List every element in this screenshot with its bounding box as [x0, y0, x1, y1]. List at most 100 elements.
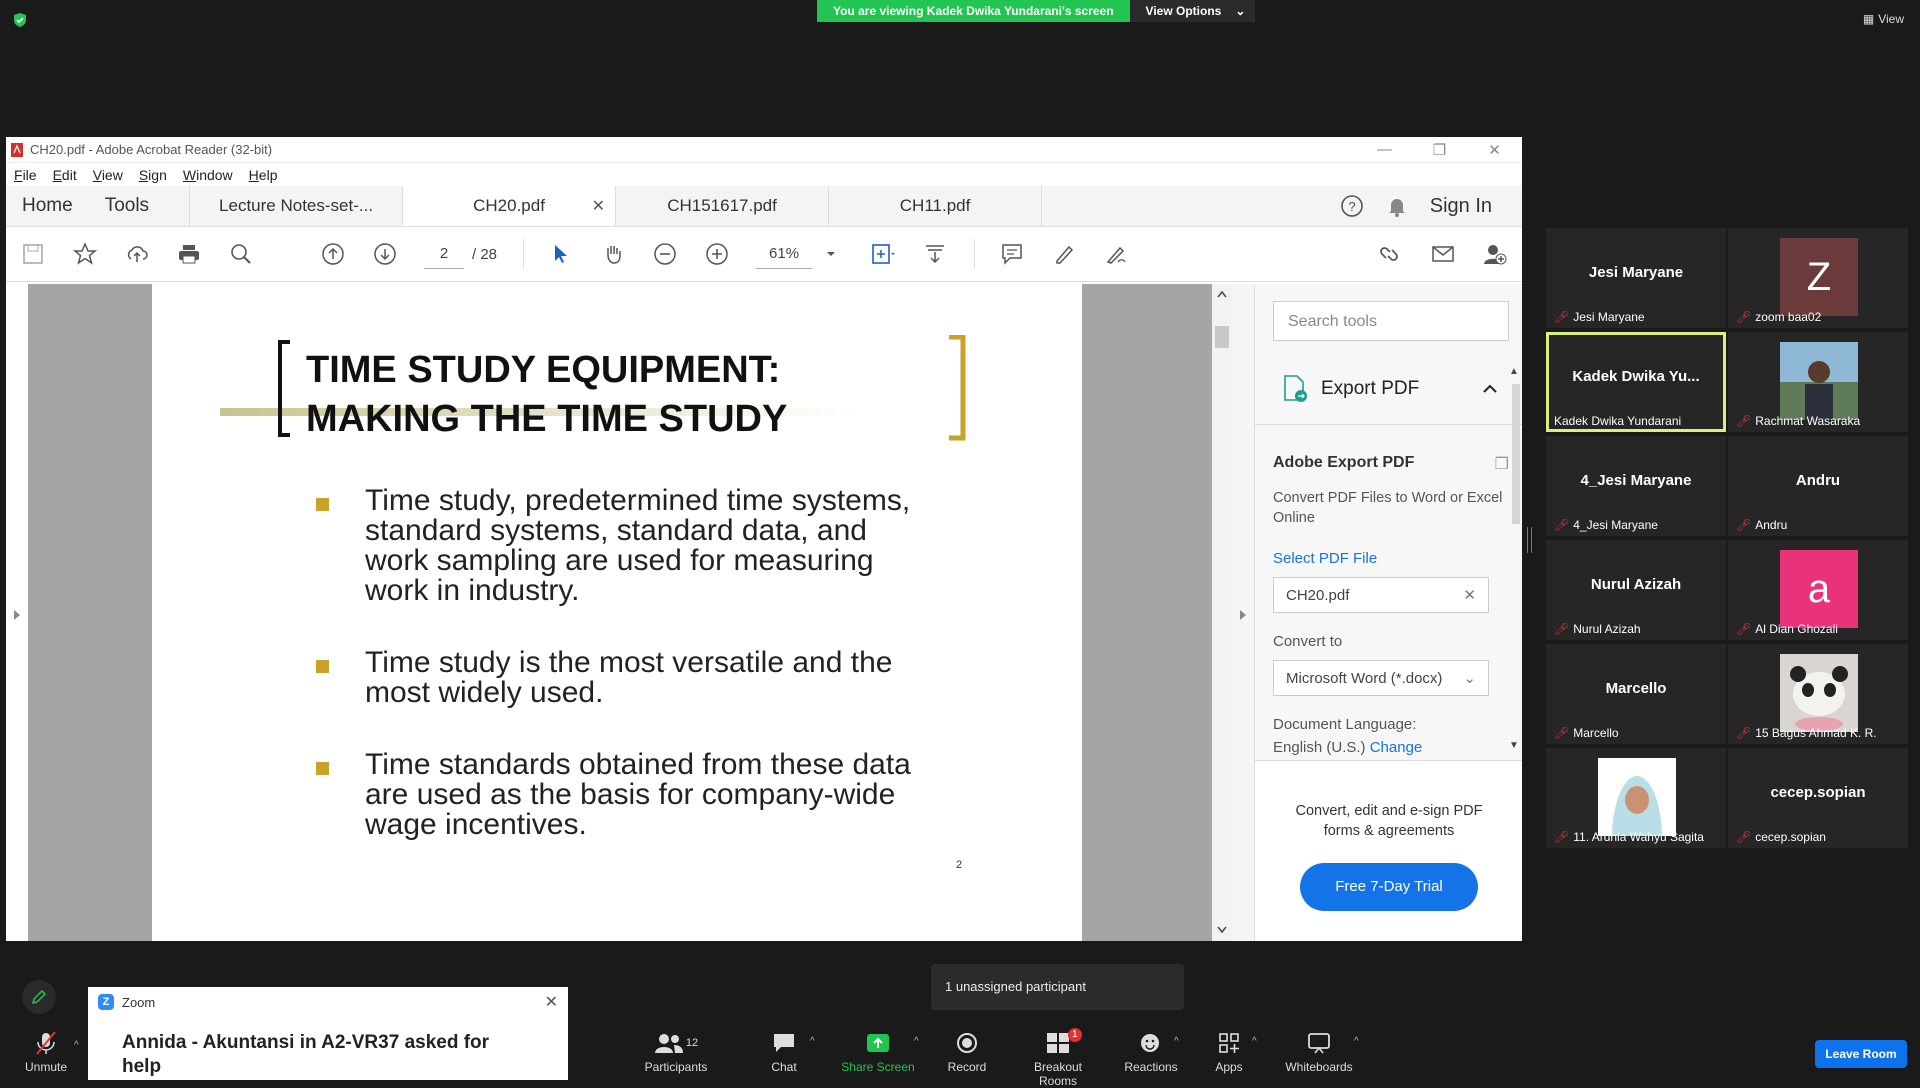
- participant-tile[interactable]: Andru 🎤︎ Andru: [1728, 436, 1908, 536]
- document-viewer[interactable]: TIME STUDY EQUIPMENT: MAKING THE TIME ST…: [6, 284, 1254, 941]
- menu-help[interactable]: Help: [249, 167, 278, 183]
- annotate-button[interactable]: [22, 980, 56, 1014]
- reactions-caret-icon[interactable]: ^: [1174, 1036, 1179, 1047]
- menu-edit[interactable]: Edit: [53, 167, 77, 183]
- print-icon[interactable]: [176, 241, 202, 267]
- whiteboards-caret-icon[interactable]: ^: [1354, 1036, 1359, 1047]
- chat-caret-icon[interactable]: ^: [810, 1036, 815, 1047]
- zoom-out-icon[interactable]: [652, 241, 678, 267]
- apps-button[interactable]: Apps ^: [1214, 1030, 1257, 1074]
- share-link-icon[interactable]: [1378, 241, 1404, 267]
- menu-sign[interactable]: Sign: [139, 167, 167, 183]
- free-trial-button[interactable]: Free 7-Day Trial: [1300, 863, 1478, 911]
- bell-icon[interactable]: [1386, 195, 1408, 217]
- sign-in-button[interactable]: Sign In: [1430, 195, 1492, 218]
- participant-tile[interactable]: 🎤︎ 15 Bagus Ahmad K. R.: [1728, 644, 1908, 744]
- whiteboards-button[interactable]: Whiteboards ^: [1284, 1030, 1359, 1074]
- copy-icon[interactable]: ❐: [1495, 454, 1509, 474]
- scroll-down-icon[interactable]: [1217, 926, 1227, 934]
- export-pdf-header[interactable]: Export PDF: [1273, 368, 1509, 410]
- scrollbar-thumb[interactable]: [1215, 326, 1229, 348]
- change-language-link[interactable]: Change: [1370, 739, 1423, 756]
- doc-tab-ch151617[interactable]: CH151617.pdf: [615, 186, 828, 226]
- view-button[interactable]: ▦ View: [1863, 12, 1904, 26]
- pane-scroll-up-icon[interactable]: ▲: [1509, 366, 1519, 377]
- hand-tool-icon[interactable]: [600, 241, 626, 267]
- menu-view[interactable]: View: [93, 167, 123, 183]
- view-options-button[interactable]: View Options ⌄: [1129, 0, 1256, 22]
- split-resize-handle[interactable]: [1527, 527, 1532, 553]
- tools-tab[interactable]: Tools: [89, 186, 189, 226]
- close-tab-icon[interactable]: ✕: [592, 196, 605, 216]
- restore-button[interactable]: ❐: [1412, 141, 1467, 159]
- participant-tile[interactable]: Z 🎤︎ zoom baa02: [1728, 228, 1908, 328]
- chevron-up-icon[interactable]: [1483, 384, 1497, 394]
- fill-sign-icon[interactable]: [1103, 241, 1129, 267]
- page-up-icon[interactable]: [320, 241, 346, 267]
- leave-room-button[interactable]: Leave Room: [1815, 1040, 1907, 1068]
- record-button[interactable]: Record: [944, 1030, 990, 1074]
- expand-left-icon[interactable]: [13, 609, 21, 621]
- scroll-up-icon[interactable]: [1217, 290, 1227, 298]
- audio-options-caret-icon[interactable]: ^: [74, 1040, 79, 1051]
- security-shield-icon[interactable]: [12, 12, 28, 28]
- chat-icon: [774, 1034, 794, 1052]
- search-icon[interactable]: [228, 241, 254, 267]
- participant-tile-active-speaker[interactable]: Kadek Dwika Yu... Kadek Dwika Yundarani: [1546, 332, 1726, 432]
- select-pdf-link[interactable]: Select PDF File: [1273, 550, 1509, 567]
- participant-tile[interactable]: 4_Jesi Maryane 🎤︎ 4_Jesi Maryane: [1546, 436, 1726, 536]
- share-caret-icon[interactable]: ^: [914, 1036, 919, 1047]
- zoom-in-icon[interactable]: [704, 241, 730, 267]
- search-tools-input[interactable]: Search tools: [1273, 301, 1509, 341]
- participant-tile[interactable]: a 🎤︎ Al Dian Ghozali: [1728, 540, 1908, 640]
- apps-caret-icon[interactable]: ^: [1252, 1036, 1257, 1047]
- participant-tile[interactable]: Jesi Maryane 🎤︎ Jesi Maryane: [1546, 228, 1726, 328]
- email-icon[interactable]: [1430, 241, 1456, 267]
- highlight-pen-icon[interactable]: [1051, 241, 1077, 267]
- comment-icon[interactable]: [999, 241, 1025, 267]
- convert-to-select[interactable]: Microsoft Word (*.docx) ⌄: [1273, 660, 1489, 696]
- scroll-mode-icon[interactable]: [922, 241, 948, 267]
- pane-scroll-down-icon[interactable]: ▼: [1509, 740, 1519, 751]
- doc-tab-lecture-notes[interactable]: Lecture Notes-set-...: [189, 186, 402, 226]
- upload-icon[interactable]: [124, 241, 150, 267]
- zoom-level-input[interactable]: 61%: [756, 240, 813, 269]
- doc-tab-ch20[interactable]: CH20.pdf ✕: [402, 186, 616, 226]
- select-cursor-icon[interactable]: [548, 241, 574, 267]
- unmute-button[interactable]: Unmute: [22, 1030, 70, 1074]
- help-icon[interactable]: ?: [1340, 194, 1364, 218]
- collapse-pane-toggle[interactable]: [1232, 284, 1254, 941]
- menu-file[interactable]: File: [14, 167, 37, 183]
- breakout-rooms-button[interactable]: 1 Breakout Rooms: [1014, 1028, 1102, 1088]
- star-icon[interactable]: [72, 241, 98, 267]
- left-panel-toggle[interactable]: [6, 284, 28, 941]
- zoom-dropdown-chevron-icon[interactable]: [818, 241, 844, 267]
- participant-tile[interactable]: Marcello 🎤︎ Marcello: [1546, 644, 1726, 744]
- collapse-right-icon[interactable]: [1239, 609, 1247, 621]
- page-number-input[interactable]: 2: [424, 240, 464, 269]
- participant-tile[interactable]: 🎤︎ 11. Ardhia Wahyu Sagita: [1546, 748, 1726, 848]
- close-notification-icon[interactable]: ✕: [545, 992, 558, 1012]
- participant-tile[interactable]: 🎤︎ Rachmat Wasaraka: [1728, 332, 1908, 432]
- fit-page-icon[interactable]: [870, 241, 896, 267]
- clear-file-icon[interactable]: ✕: [1463, 586, 1476, 604]
- selected-file-field[interactable]: CH20.pdf ✕: [1273, 577, 1489, 613]
- save-icon[interactable]: [20, 241, 46, 267]
- reactions-button[interactable]: Reactions ^: [1124, 1030, 1179, 1074]
- pane-scroll-thumb[interactable]: [1512, 384, 1520, 524]
- participant-tile[interactable]: Nurul Azizah 🎤︎ Nurul Azizah: [1546, 540, 1726, 640]
- home-tab[interactable]: Home: [6, 186, 89, 226]
- help-request-notification[interactable]: Z Zoom ✕ Annida - Akuntansi in A2-VR37 a…: [88, 987, 568, 1080]
- participants-button[interactable]: 12 Participants: [640, 1030, 712, 1074]
- menu-window[interactable]: Window: [183, 167, 233, 183]
- minimize-button[interactable]: —: [1357, 141, 1412, 159]
- close-window-button[interactable]: ✕: [1467, 141, 1522, 159]
- share-screen-button[interactable]: Share Screen ^: [838, 1030, 919, 1074]
- page-down-icon[interactable]: [372, 241, 398, 267]
- pane-scrollbar[interactable]: ▲ ▼: [1509, 364, 1521, 754]
- vertical-scrollbar[interactable]: [1212, 284, 1232, 941]
- add-user-icon[interactable]: [1482, 241, 1508, 267]
- chat-button[interactable]: Chat ^: [764, 1030, 815, 1074]
- participant-tile[interactable]: cecep.sopian 🎤︎ cecep.sopian: [1728, 748, 1908, 848]
- doc-tab-ch11[interactable]: CH11.pdf: [828, 186, 1043, 226]
